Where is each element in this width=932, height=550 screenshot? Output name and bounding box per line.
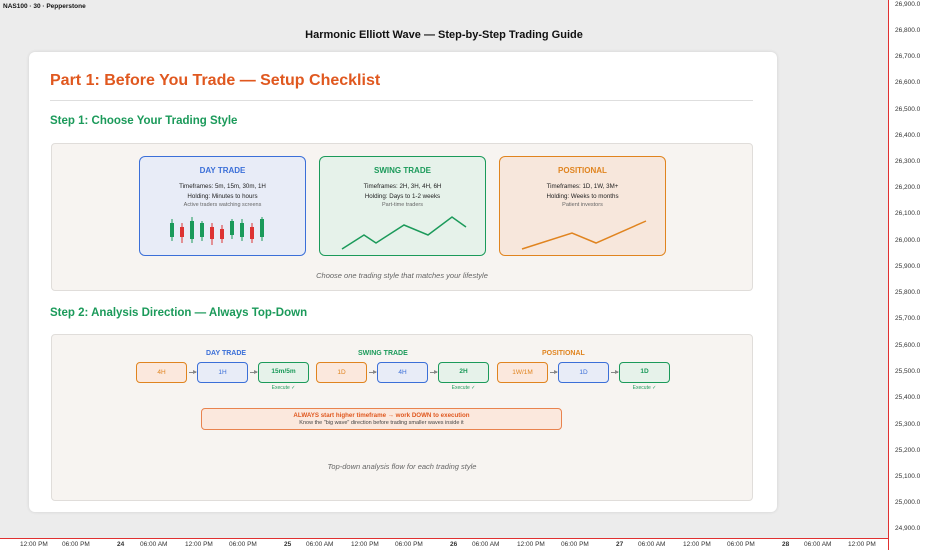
style-note: Part-time traders (382, 202, 423, 208)
note-sub: Know the "big wave" direction before tra… (299, 420, 464, 426)
time-tick: 12:00 PM (517, 541, 545, 548)
price-tick: 25,900.0 (895, 263, 921, 270)
execute-label: Execute ✓ (632, 385, 657, 391)
time-tick: 06:00 AM (472, 541, 500, 548)
price-tick: 25,200.0 (895, 447, 921, 454)
swing-trade-card: SWING TRADE Timeframes: 2H, 3H, 4H, 6H H… (319, 156, 486, 256)
style-holding: Holding: Weeks to months (546, 193, 619, 200)
style-name: SWING TRADE (374, 166, 431, 175)
time-tick: 06:00 PM (62, 541, 90, 548)
step1-caption: Choose one trading style that matches yo… (316, 271, 488, 280)
time-tick-day: 26 (450, 541, 458, 548)
time-tick: 06:00 AM (140, 541, 168, 548)
divider (50, 100, 753, 101)
price-tick: 26,700.0 (895, 53, 921, 60)
time-tick: 12:00 PM (351, 541, 379, 548)
time-tick: 12:00 PM (683, 541, 711, 548)
price-tick: 25,500.0 (895, 368, 921, 375)
style-name: POSITIONAL (558, 166, 607, 175)
time-tick: 06:00 PM (727, 541, 755, 548)
time-tick: 06:00 PM (229, 541, 257, 548)
time-tick: 12:00 PM (848, 541, 876, 548)
time-tick: 06:00 PM (561, 541, 589, 548)
note-main: ALWAYS start higher timeframe → work DOW… (293, 412, 470, 419)
price-tick: 25,000.0 (895, 499, 921, 506)
price-tick: 26,800.0 (895, 27, 921, 34)
style-panel: DAY TRADE Timeframes: 5m, 15m, 30m, 1H H… (51, 143, 753, 291)
execute-label: Execute ✓ (451, 385, 476, 391)
timeframe-box: 1W/1M (497, 362, 548, 383)
time-tick: 06:00 AM (638, 541, 666, 548)
price-tick: 26,400.0 (895, 132, 921, 139)
positional-card: POSITIONAL Timeframes: 1D, 1W, 3M+ Holdi… (499, 156, 666, 256)
time-tick: 12:00 PM (185, 541, 213, 548)
arrow-icon (430, 370, 438, 374)
style-holding: Holding: Minutes to hours (187, 193, 258, 200)
price-tick: 26,200.0 (895, 184, 921, 191)
style-holding: Holding: Days to 1-2 weeks (364, 193, 441, 200)
timeframe-box: 4H (377, 362, 428, 383)
arrow-icon (369, 370, 377, 374)
timeframe-box: 1D (558, 362, 609, 383)
price-tick: 25,400.0 (895, 394, 921, 401)
step1-title: Step 1: Choose Your Trading Style (50, 115, 238, 127)
price-tick: 26,300.0 (895, 158, 921, 165)
trend-line-icon (521, 220, 647, 250)
guide-card: Part 1: Before You Trade — Setup Checkli… (29, 52, 777, 512)
time-tick-day: 25 (284, 541, 292, 548)
style-name: DAY TRADE (199, 166, 246, 175)
time-axis[interactable]: 12:00 PM 06:00 PM 24 06:00 AM 12:00 PM 0… (0, 538, 888, 550)
execution-timeframe-box: 2H (438, 362, 489, 383)
arrow-icon (550, 370, 558, 374)
step2-caption: Top-down analysis flow for each trading … (327, 462, 477, 471)
candlestick-icon (170, 217, 264, 245)
symbol-label[interactable]: NAS100 · 30 · Pepperstone (3, 3, 86, 10)
execute-label: Execute ✓ (271, 385, 296, 391)
swing-wave-icon (341, 216, 467, 250)
time-tick: 06:00 PM (395, 541, 423, 548)
day-trade-card: DAY TRADE Timeframes: 5m, 15m, 30m, 1H H… (139, 156, 306, 256)
part-title: Part 1: Before You Trade — Setup Checkli… (50, 72, 381, 89)
style-timeframes: Timeframes: 2H, 3H, 4H, 6H (363, 183, 442, 190)
timeframe-box: 1H (197, 362, 248, 383)
execution-timeframe-box: 1D (619, 362, 670, 383)
topdown-panel: DAY TRADE 4H 1H 15m/5m Execute ✓ SWING T… (51, 334, 753, 501)
price-tick: 25,600.0 (895, 342, 921, 349)
arrow-icon (189, 370, 197, 374)
chart-area[interactable]: NAS100 · 30 · Pepperstone Harmonic Ellio… (0, 0, 888, 538)
chart-title: Harmonic Elliott Wave — Step-by-Step Tra… (305, 29, 583, 41)
group-label-positional: POSITIONAL (542, 350, 585, 357)
arrow-icon (611, 370, 619, 374)
timeframe-box: 1D (316, 362, 367, 383)
price-tick: 26,500.0 (895, 106, 921, 113)
time-tick-day: 28 (782, 541, 790, 548)
group-label-swing: SWING TRADE (358, 350, 408, 357)
style-timeframes: Timeframes: 5m, 15m, 30m, 1H (179, 183, 266, 190)
time-tick: 06:00 AM (306, 541, 334, 548)
topdown-rule-note: ALWAYS start higher timeframe → work DOW… (201, 408, 562, 430)
time-tick-day: 24 (117, 541, 125, 548)
price-tick: 26,000.0 (895, 237, 921, 244)
arrow-icon (250, 370, 258, 374)
style-note: Active traders watching screens (183, 202, 262, 208)
price-tick: 26,600.0 (895, 79, 921, 86)
style-note: Patient investors (562, 202, 603, 208)
style-timeframes: Timeframes: 1D, 1W, 3M+ (546, 183, 619, 190)
price-tick: 25,100.0 (895, 473, 921, 480)
price-tick: 25,300.0 (895, 421, 921, 428)
price-tick: 24,900.0 (895, 525, 921, 532)
time-tick-day: 27 (616, 541, 624, 548)
price-tick: 26,100.0 (895, 210, 921, 217)
step2-title: Step 2: Analysis Direction — Always Top-… (50, 307, 308, 319)
price-tick: 25,700.0 (895, 315, 921, 322)
price-tick: 26,900.0 (895, 1, 921, 8)
price-axis[interactable]: 26,900.0 26,800.0 26,700.0 26,600.0 26,5… (888, 0, 932, 550)
price-tick: 25,800.0 (895, 289, 921, 296)
group-label-day: DAY TRADE (206, 350, 247, 357)
time-tick: 06:00 AM (804, 541, 832, 548)
execution-timeframe-box: 15m/5m (258, 362, 309, 383)
time-tick: 12:00 PM (20, 541, 48, 548)
timeframe-box: 4H (136, 362, 187, 383)
